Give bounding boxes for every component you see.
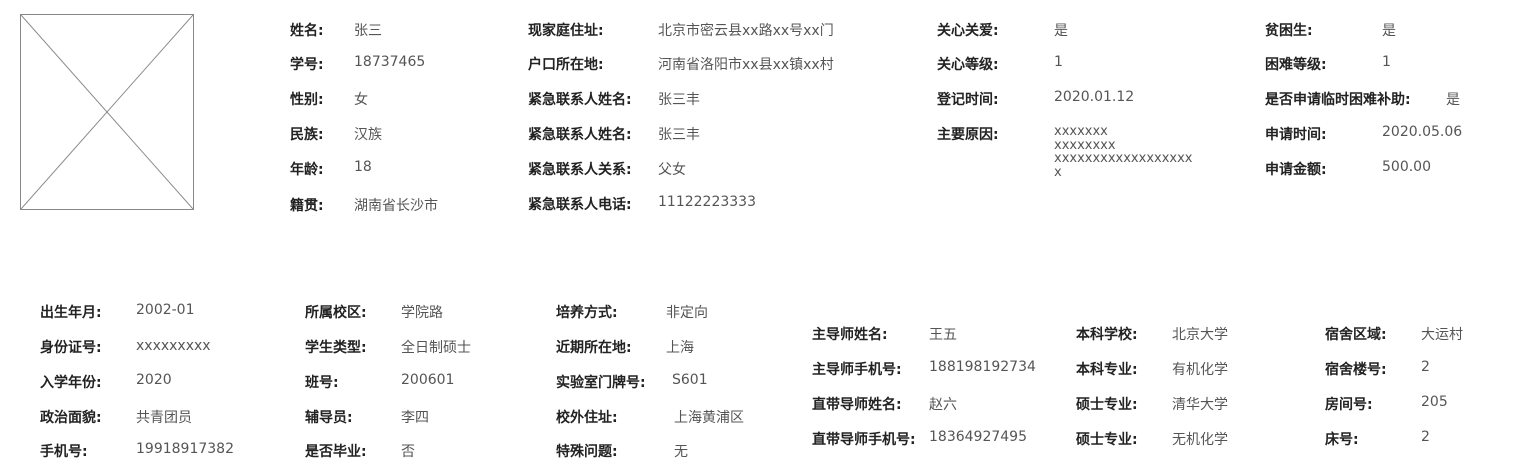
student-type-value: 全日制硕士 [401, 340, 471, 356]
dorm-area-value: 大运村 [1421, 327, 1463, 343]
id-card-value: xxxxxxxxx [136, 338, 211, 354]
undergrad-school-value: 北京大学 [1172, 327, 1228, 343]
main-reason-value: xxxxxxx xxxxxxxx xxxxxxxxxxxxxxxxxx x [1054, 124, 1193, 180]
training-mode-label: 培养方式: [556, 305, 618, 321]
current-location-label: 近期所在地: [556, 340, 632, 356]
poverty-student-value: 是 [1382, 23, 1396, 39]
application-time-label: 申请时间: [1265, 127, 1327, 143]
name-label: 姓名: [290, 23, 324, 39]
gender-value: 女 [354, 92, 368, 108]
student-id-label: 学号: [290, 57, 324, 73]
master-major-value: 清华大学 [1172, 397, 1228, 413]
main-reason-label: 主要原因: [937, 127, 999, 143]
room-number-label: 房间号: [1325, 397, 1373, 413]
name-value: 张三 [354, 23, 382, 39]
student-id-value: 18737465 [354, 54, 426, 70]
class-number-label: 班号: [305, 375, 339, 391]
ethnicity-value: 汉族 [354, 127, 382, 143]
image-placeholder-icon [21, 15, 193, 209]
master-major-2-value: 无机化学 [1172, 432, 1228, 448]
care-label: 关心关爱: [937, 23, 999, 39]
care-level-value: 1 [1054, 54, 1063, 70]
home-address-value: 北京市密云县xx路xx号xx门 [658, 23, 834, 39]
native-place-label: 籍贯: [290, 198, 324, 214]
counselor-label: 辅导员: [305, 410, 353, 426]
special-issues-value: 无 [674, 444, 688, 460]
undergrad-major-value: 有机化学 [1172, 362, 1228, 378]
ethnicity-label: 民族: [290, 127, 324, 143]
care-level-label: 关心等级: [937, 57, 999, 73]
application-time-value: 2020.05.06 [1382, 124, 1463, 140]
lab-room-label: 实验室门牌号: [556, 375, 646, 391]
political-status-label: 政治面貌: [40, 410, 102, 426]
registration-time-label: 登记时间: [937, 92, 999, 108]
application-amount-label: 申请金额: [1265, 162, 1327, 178]
household-registration-value: 河南省洛阳市xx县xx镇xx村 [658, 57, 834, 73]
undergrad-major-label: 本科专业: [1076, 362, 1138, 378]
difficulty-level-label: 困难等级: [1265, 57, 1327, 73]
dorm-area-label: 宿舍区域: [1325, 327, 1387, 343]
emergency-contact-name-2-label: 紧急联系人姓名: [528, 127, 632, 143]
main-supervisor-phone-label: 主导师手机号: [812, 362, 902, 378]
direct-supervisor-phone-value: 18364927495 [929, 429, 1027, 445]
off-campus-address-label: 校外住址: [556, 410, 618, 426]
enrollment-year-value: 2020 [136, 372, 172, 388]
student-photo-placeholder [20, 14, 194, 210]
care-value: 是 [1054, 23, 1068, 39]
direct-supervisor-name-label: 直带导师姓名: [812, 397, 902, 413]
campus-value: 学院路 [401, 305, 443, 321]
room-number-value: 205 [1421, 394, 1448, 410]
student-type-label: 学生类型: [305, 340, 367, 356]
id-card-label: 身份证号: [40, 340, 102, 356]
direct-supervisor-name-value: 赵六 [929, 397, 957, 413]
political-status-value: 共青团员 [136, 410, 192, 426]
undergrad-school-label: 本科学校: [1076, 327, 1138, 343]
special-issues-label: 特殊问题: [556, 444, 618, 460]
birth-month-value: 2002-01 [136, 302, 195, 318]
home-address-label: 现家庭住址: [528, 23, 604, 39]
current-location-value: 上海 [666, 340, 694, 356]
registration-time-value: 2020.01.12 [1054, 89, 1135, 105]
emergency-contact-relation-label: 紧急联系人关系: [528, 162, 632, 178]
main-supervisor-phone-value: 188198192734 [929, 359, 1036, 375]
training-mode-value: 非定向 [666, 305, 708, 321]
application-amount-value: 500.00 [1382, 159, 1431, 175]
counselor-value: 李四 [401, 410, 429, 426]
graduated-value: 否 [401, 444, 415, 460]
master-major-label: 硕士专业: [1076, 397, 1138, 413]
phone-value: 19918917382 [136, 441, 234, 457]
graduated-label: 是否毕业: [305, 444, 367, 460]
dorm-building-label: 宿舍楼号: [1325, 362, 1387, 378]
off-campus-address-value: 上海黄浦区 [674, 410, 744, 426]
campus-label: 所属校区: [305, 305, 367, 321]
birth-month-label: 出生年月: [40, 305, 102, 321]
emergency-contact-name-value: 张三丰 [658, 92, 700, 108]
temporary-aid-value: 是 [1446, 92, 1460, 108]
native-place-value: 湖南省长沙市 [354, 198, 438, 214]
master-major-2-label: 硕士专业: [1076, 432, 1138, 448]
class-number-value: 200601 [401, 372, 455, 388]
emergency-contact-name-label: 紧急联系人姓名: [528, 92, 632, 108]
bed-number-value: 2 [1421, 429, 1430, 445]
lab-room-value: S601 [672, 372, 708, 388]
emergency-contact-name-2-value: 张三丰 [658, 127, 700, 143]
emergency-contact-relation-value: 父女 [658, 162, 686, 178]
dorm-building-value: 2 [1421, 359, 1430, 375]
emergency-contact-phone-value: 11122223333 [658, 194, 756, 210]
enrollment-year-label: 入学年份: [40, 375, 102, 391]
poverty-student-label: 贫困生: [1265, 23, 1313, 39]
age-value: 18 [354, 159, 372, 175]
temporary-aid-label: 是否申请临时困难补助: [1265, 92, 1411, 108]
main-supervisor-name-value: 王五 [929, 327, 957, 343]
age-label: 年龄: [290, 162, 324, 178]
difficulty-level-value: 1 [1382, 54, 1391, 70]
main-supervisor-name-label: 主导师姓名: [812, 327, 888, 343]
phone-label: 手机号: [40, 444, 88, 460]
gender-label: 性别: [290, 92, 324, 108]
direct-supervisor-phone-label: 直带导师手机号: [812, 432, 916, 448]
emergency-contact-phone-label: 紧急联系人电话: [528, 197, 632, 213]
household-registration-label: 户口所在地: [528, 57, 604, 73]
bed-number-label: 床号: [1325, 432, 1359, 448]
